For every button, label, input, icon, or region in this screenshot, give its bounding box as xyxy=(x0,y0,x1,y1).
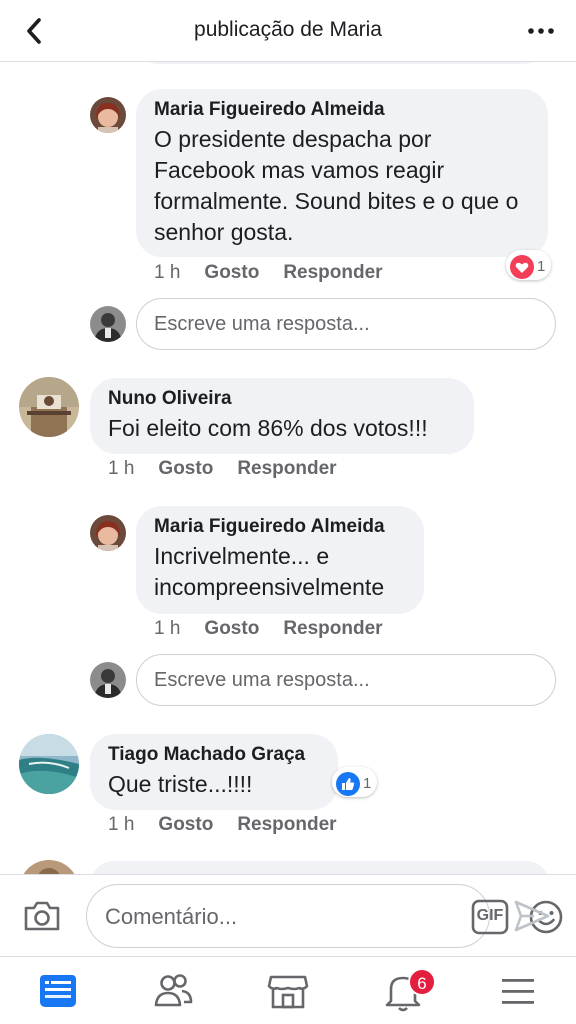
gif-button[interactable]: GIF xyxy=(471,898,509,936)
comment-bubble[interactable]: Nuno Oliveira Foi eleito com 86% dos vot… xyxy=(90,378,474,454)
camera-icon xyxy=(24,901,60,931)
reply-input-placeholder: Escreve uma resposta... xyxy=(154,669,370,691)
reply-button[interactable]: Responder xyxy=(283,262,382,284)
comment-composer: Comentário... GIF xyxy=(0,874,576,956)
like-button[interactable]: Gosto xyxy=(204,262,259,284)
menu-icon xyxy=(502,979,534,1004)
reply-button[interactable]: Responder xyxy=(237,814,336,836)
comment-actions: 1 h Gosto Responder xyxy=(154,618,407,640)
notification-badge: 6 xyxy=(408,968,436,996)
comment-input-placeholder: Comentário... xyxy=(105,904,238,929)
comment-text: Incrivelmente... e incompreensivelmente xyxy=(154,543,385,600)
comments-feed[interactable]: Maria Figueiredo Almeida O presidente de… xyxy=(0,62,576,874)
top-bar: publicação de Maria xyxy=(0,0,576,62)
tab-menu[interactable] xyxy=(496,969,540,1013)
bottom-tab-bar xyxy=(0,956,576,1024)
avatar[interactable] xyxy=(19,734,79,794)
news-feed-icon xyxy=(40,975,76,1007)
reply-button[interactable]: Responder xyxy=(283,618,382,640)
camera-button[interactable] xyxy=(22,897,62,935)
reply-button[interactable]: Responder xyxy=(237,458,336,480)
comment-time: 1 h xyxy=(108,814,135,835)
comment-actions: 1 h Gosto Responder xyxy=(154,262,407,284)
reply-input-placeholder: Escreve uma resposta... xyxy=(154,313,370,335)
comment-text: O presidente despacha por Facebook mas v… xyxy=(154,126,519,245)
comment-text: Que triste...!!!! xyxy=(108,771,253,797)
comment-bubble[interactable]: Maria Figueiredo Almeida Incrivelmente..… xyxy=(136,506,424,614)
tab-friends[interactable] xyxy=(151,969,195,1013)
like-button[interactable]: Gosto xyxy=(158,458,213,480)
avatar[interactable] xyxy=(90,515,126,551)
comment-time: 1 h xyxy=(154,618,181,639)
avatar xyxy=(19,860,79,874)
comment-author[interactable]: Nuno Oliveira xyxy=(108,388,456,410)
tab-marketplace[interactable] xyxy=(266,969,310,1013)
like-button[interactable]: Gosto xyxy=(204,618,259,640)
avatar[interactable] xyxy=(19,377,79,437)
reply-input[interactable]: Escreve uma resposta... xyxy=(136,298,556,350)
reaction-count: 1 xyxy=(537,258,546,275)
marketplace-icon xyxy=(267,975,309,1009)
comment-bubble[interactable]: Maria Figueiredo Almeida O presidente de… xyxy=(136,89,548,257)
comment-text: Foi eleito com 86% dos votos!!! xyxy=(108,415,428,441)
comment-actions: 1 h Gosto Responder xyxy=(108,814,361,836)
send-icon xyxy=(514,900,550,932)
reply-input[interactable]: Escreve uma resposta... xyxy=(136,654,556,706)
avatar[interactable] xyxy=(90,97,126,133)
reaction-summary[interactable]: 1 xyxy=(506,250,552,280)
comment-time: 1 h xyxy=(108,458,135,479)
comment-author[interactable]: Maria Figueiredo Almeida xyxy=(154,99,530,121)
comment-bubble[interactable]: Tiago Machado Graça Que triste...!!!! xyxy=(90,734,338,810)
friends-icon xyxy=(154,974,193,1007)
avatar xyxy=(90,662,126,698)
gif-label: GIF xyxy=(476,907,504,924)
like-reaction-icon xyxy=(336,771,360,796)
more-horizontal-icon xyxy=(528,28,554,34)
more-options-button[interactable] xyxy=(524,16,558,46)
previous-comment-edge xyxy=(136,62,546,64)
like-button[interactable]: Gosto xyxy=(158,814,213,836)
reaction-summary[interactable]: 1 xyxy=(332,767,378,797)
comment-author[interactable]: Maria Figueiredo Almeida xyxy=(154,516,406,538)
reaction-count: 1 xyxy=(363,775,372,792)
comment-actions: 1 h Gosto Responder xyxy=(108,458,361,480)
avatar xyxy=(90,306,126,342)
comment-author[interactable]: Tiago Machado Graça xyxy=(108,744,320,766)
comment-time: 1 h xyxy=(154,262,181,283)
heart-reaction-icon xyxy=(510,254,534,279)
next-comment-edge xyxy=(90,861,550,874)
send-button[interactable] xyxy=(512,897,552,935)
tab-news-feed[interactable] xyxy=(36,969,80,1013)
comment-input[interactable]: Comentário... GIF xyxy=(86,884,563,948)
page-title: publicação de Maria xyxy=(194,18,382,41)
